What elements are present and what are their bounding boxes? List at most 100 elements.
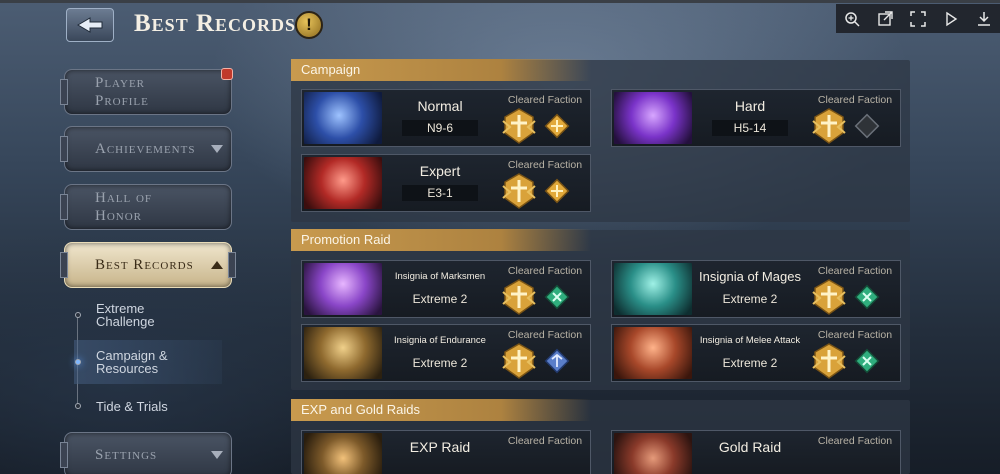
cleared-medal-icon: [502, 279, 536, 315]
cleared-faction-label: Cleared Faction: [817, 265, 893, 277]
boss-portrait: [614, 433, 692, 474]
record-name: Insignia of Marksmen: [394, 271, 486, 282]
section-title-campaign: Campaign: [291, 59, 591, 81]
record-name: Hard: [734, 98, 766, 114]
download-icon[interactable]: [976, 11, 992, 27]
sidebar-item-best-records[interactable]: Best Records: [60, 242, 236, 288]
record-name: Insignia of Melee Attack: [699, 335, 801, 346]
boss-portrait: [614, 92, 692, 144]
record-stage: Extreme 2: [722, 292, 778, 306]
bullet-icon: [75, 403, 81, 409]
button-cap-left: [60, 442, 68, 468]
record-stage: Extreme 2: [412, 292, 468, 306]
cleared-faction-label: Cleared Faction: [507, 265, 583, 277]
boss-portrait: [304, 263, 382, 315]
faction-empty-icon: [854, 113, 880, 139]
sidebar-item-label: Honor: [95, 208, 143, 224]
bullet-icon: [75, 359, 81, 365]
zoom-in-icon[interactable]: [844, 11, 860, 27]
cleared-faction-label: Cleared Faction: [507, 329, 583, 341]
record-stage: N9-6: [402, 120, 478, 136]
back-arrow-icon: [77, 17, 103, 33]
record-card-normal[interactable]: Normal N9-6 Cleared Faction: [301, 89, 591, 147]
record-name: Insignia of Endurance: [394, 335, 486, 346]
sidebar-item-label: Player: [95, 75, 145, 91]
record-stage: Extreme 2: [722, 356, 778, 370]
faction-blue-icon: [544, 348, 570, 374]
viewer-toolbar: [836, 4, 1000, 33]
record-name: Insignia of Mages: [699, 269, 801, 284]
chevron-down-icon: [211, 451, 223, 459]
sidebar-item-achievements[interactable]: Achievements: [60, 126, 232, 172]
info-icon[interactable]: !: [295, 11, 323, 39]
faction-green-icon: [854, 348, 880, 374]
section-title-exp-gold-raids: EXP and Gold Raids: [291, 399, 591, 421]
faction-gold-icon: [544, 178, 570, 204]
record-name: Expert: [419, 163, 461, 179]
record-card-hard[interactable]: Hard H5-14 Cleared Faction: [611, 89, 901, 147]
bullet-icon: [75, 312, 81, 318]
record-name: Gold Raid: [718, 439, 782, 455]
cleared-faction-label: Cleared Faction: [507, 94, 583, 106]
faction-green-icon: [544, 284, 570, 310]
fullscreen-icon[interactable]: [910, 10, 926, 27]
record-card-insignia-mages[interactable]: Insignia of Mages Extreme 2 Cleared Fact…: [611, 260, 901, 318]
open-external-icon[interactable]: [877, 10, 893, 27]
faction-green-icon: [854, 284, 880, 310]
submenu-item-label: Campaign & Resources: [96, 348, 168, 376]
cleared-faction-label: Cleared Faction: [817, 329, 893, 341]
record-stage: E3-1: [402, 185, 478, 201]
button-cap-left: [60, 252, 68, 278]
record-card-gold-raid[interactable]: Gold Raid Cleared Faction: [611, 430, 901, 474]
record-card-expert[interactable]: Expert E3-1 Cleared Faction: [301, 154, 591, 212]
cleared-medal-icon: [502, 173, 536, 209]
submenu-list: Extreme Challenge Campaign & Resources T…: [74, 290, 222, 428]
record-card-insignia-marksmen[interactable]: Insignia of Marksmen Extreme 2 Cleared F…: [301, 260, 591, 318]
button-cap-right: [228, 252, 236, 278]
back-button[interactable]: [66, 8, 114, 42]
boss-portrait: [614, 327, 692, 379]
page-title: Best Records: [134, 10, 297, 37]
record-card-insignia-endurance[interactable]: Insignia of Endurance Extreme 2 Cleared …: [301, 324, 591, 382]
cleared-medal-icon: [502, 343, 536, 379]
record-stage: H5-14: [712, 120, 788, 136]
submenu-item-label: Tide & Trials: [96, 398, 168, 414]
boss-portrait: [304, 92, 382, 144]
sidebar-item-label: Profile: [95, 93, 149, 109]
button-cap-left: [60, 136, 68, 162]
cleared-faction-label: Cleared Faction: [817, 435, 893, 447]
play-icon[interactable]: [943, 11, 959, 27]
sidebar-item-settings[interactable]: Settings: [60, 432, 232, 474]
submenu-item-tide-trials[interactable]: Tide & Trials: [74, 384, 222, 428]
record-card-insignia-melee-attack[interactable]: Insignia of Melee Attack Extreme 2 Clear…: [611, 324, 901, 382]
record-stage: Extreme 2: [412, 356, 468, 370]
submenu-item-label: Extreme Challenge: [96, 301, 155, 329]
chevron-down-icon: [211, 145, 223, 153]
record-card-exp-raid[interactable]: EXP Raid Cleared Faction: [301, 430, 591, 474]
section-title-promotion-raid: Promotion Raid: [291, 229, 591, 251]
button-cap-left: [60, 79, 68, 105]
top-border: [0, 0, 1000, 3]
sidebar-item-hall-of-honor[interactable]: Hall of Honor: [60, 184, 232, 230]
cleared-faction-label: Cleared Faction: [507, 435, 583, 447]
notification-badge: [221, 68, 233, 80]
record-name: EXP Raid: [409, 439, 471, 455]
cleared-medal-icon: [812, 343, 846, 379]
submenu-item-extreme-challenge[interactable]: Extreme Challenge: [74, 290, 222, 340]
boss-portrait: [614, 263, 692, 315]
cleared-medal-icon: [812, 108, 846, 144]
submenu-item-campaign-resources[interactable]: Campaign & Resources: [74, 340, 222, 384]
cleared-faction-label: Cleared Faction: [817, 94, 893, 106]
boss-portrait: [304, 327, 382, 379]
faction-gold-icon: [544, 113, 570, 139]
button-cap-left: [60, 194, 68, 220]
cleared-faction-label: Cleared Faction: [507, 159, 583, 171]
record-name: Normal: [417, 98, 463, 114]
chevron-up-icon: [211, 261, 223, 269]
boss-portrait: [304, 157, 382, 209]
cleared-medal-icon: [812, 279, 846, 315]
boss-portrait: [304, 433, 382, 474]
sidebar-item-player-profile[interactable]: Player Profile: [60, 68, 233, 115]
cleared-medal-icon: [502, 108, 536, 144]
sidebar-item-label: Hall of: [95, 190, 153, 206]
